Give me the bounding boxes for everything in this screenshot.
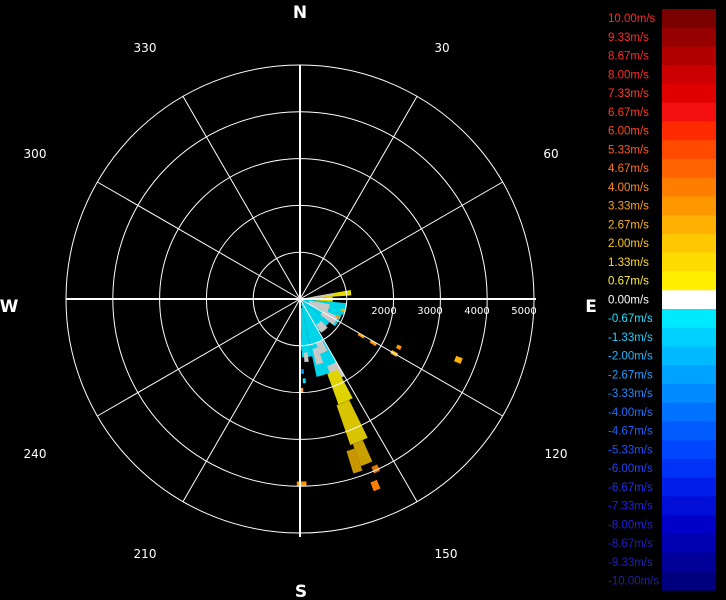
legend-swatch [662,459,716,479]
legend-swatch [662,234,716,254]
velocity-cell [301,369,304,374]
legend-label: -6.67m/s [608,482,653,494]
azimuth-label-330: 330 [134,41,157,55]
legend-label: 4.00m/s [608,182,649,194]
velocity-cell [395,344,402,350]
legend-swatch [662,571,716,591]
range-label-5000: 5000 [511,306,536,317]
legend-swatch [662,402,716,422]
legend-label: -6.00m/s [608,463,653,475]
legend-swatch [662,271,716,291]
legend-swatch [662,290,716,310]
legend-swatch [662,215,716,235]
legend-label: 8.67m/s [608,51,649,63]
azimuth-label-120: 120 [545,447,568,461]
legend-label: -2.67m/s [608,369,653,381]
legend-label: -8.67m/s [608,538,653,550]
legend-swatch [662,365,716,385]
legend-label: -0.67m/s [608,313,653,325]
legend-label: 9.33m/s [608,32,649,44]
legend-label: 10.00m/s [608,13,656,25]
legend-label: 3.33m/s [608,201,649,213]
azimuth-spoke [182,298,301,502]
azimuth-label-60: 60 [543,147,558,161]
range-label-3000: 3000 [417,306,442,317]
legend-swatch [662,159,716,179]
polar-velocity-chart: N E S W 30 60 120 150 210 240 300 330 20… [0,3,716,600]
legend-label: 2.67m/s [608,219,649,231]
legend-label: -7.33m/s [608,501,653,513]
legend-swatch [662,496,716,516]
cardinal-south-label: S [295,582,307,600]
legend-swatch [662,534,716,554]
legend-label: 2.00m/s [608,238,649,250]
legend-swatch [662,121,716,141]
azimuth-label-30: 30 [434,41,449,55]
legend-swatch [662,309,716,329]
velocity-cell [454,355,463,364]
legend-label: -1.33m/s [608,332,653,344]
legend-swatch [662,46,716,66]
legend-label: 6.00m/s [608,126,649,138]
legend-swatch [662,65,716,85]
legend-label: 7.33m/s [608,88,649,100]
velocity-cells [296,290,463,492]
azimuth-spoke [299,181,503,300]
legend-label: 4.67m/s [608,163,649,175]
legend-swatch [662,327,716,347]
legend-swatch [662,346,716,366]
azimuth-spoke [182,96,301,300]
velocity-legend: 10.00m/s 9.33m/s 8.67m/s 8.00m/s 7.33m/s 6.67… [608,9,716,591]
velocity-cell [336,399,368,446]
legend-swatch [662,9,716,29]
legend-label: -9.33m/s [608,557,653,569]
velocity-cell [296,481,307,487]
range-label-2000: 2000 [371,306,396,317]
legend-label: -3.33m/s [608,388,653,400]
range-label-4000: 4000 [464,306,489,317]
azimuth-label-300: 300 [24,147,47,161]
legend-label: 8.00m/s [608,69,649,81]
polar-grid [65,64,536,537]
azimuth-label-150: 150 [435,547,458,561]
legend-label: -2.00m/s [608,351,653,363]
legend-label: 0.67m/s [608,276,649,288]
cardinal-west-label: W [0,297,19,317]
legend-swatch [662,384,716,404]
legend-swatch [662,421,716,441]
legend-swatch [662,552,716,572]
legend-swatch [662,27,716,47]
legend-label: -4.00m/s [608,407,653,419]
legend-swatch [662,515,716,535]
legend-swatch [662,252,716,272]
legend-label: 0.00m/s [608,294,649,306]
legend-label: 1.33m/s [608,257,649,269]
legend-swatch [662,477,716,497]
legend-swatch [662,140,716,160]
legend-swatch [662,440,716,460]
legend-label: -5.33m/s [608,444,653,456]
azimuth-label-210: 210 [134,547,157,561]
azimuth-spoke [97,298,301,417]
legend-swatch [662,177,716,197]
cardinal-north-label: N [293,3,307,23]
legend-label: 6.67m/s [608,107,649,119]
legend-swatch [662,102,716,122]
legend-swatch [662,196,716,216]
azimuth-label-240: 240 [24,447,47,461]
velocity-cell [370,479,381,492]
legend-label: -10.00m/s [608,576,659,588]
legend-label: 5.33m/s [608,144,649,156]
velocity-cell [302,378,306,384]
legend-label: -4.67m/s [608,426,653,438]
azimuth-spoke [97,181,301,300]
legend-label: -8.00m/s [608,519,653,531]
azimuth-spoke [299,96,418,300]
cardinal-east-label: E [585,297,597,317]
legend-swatch [662,84,716,104]
